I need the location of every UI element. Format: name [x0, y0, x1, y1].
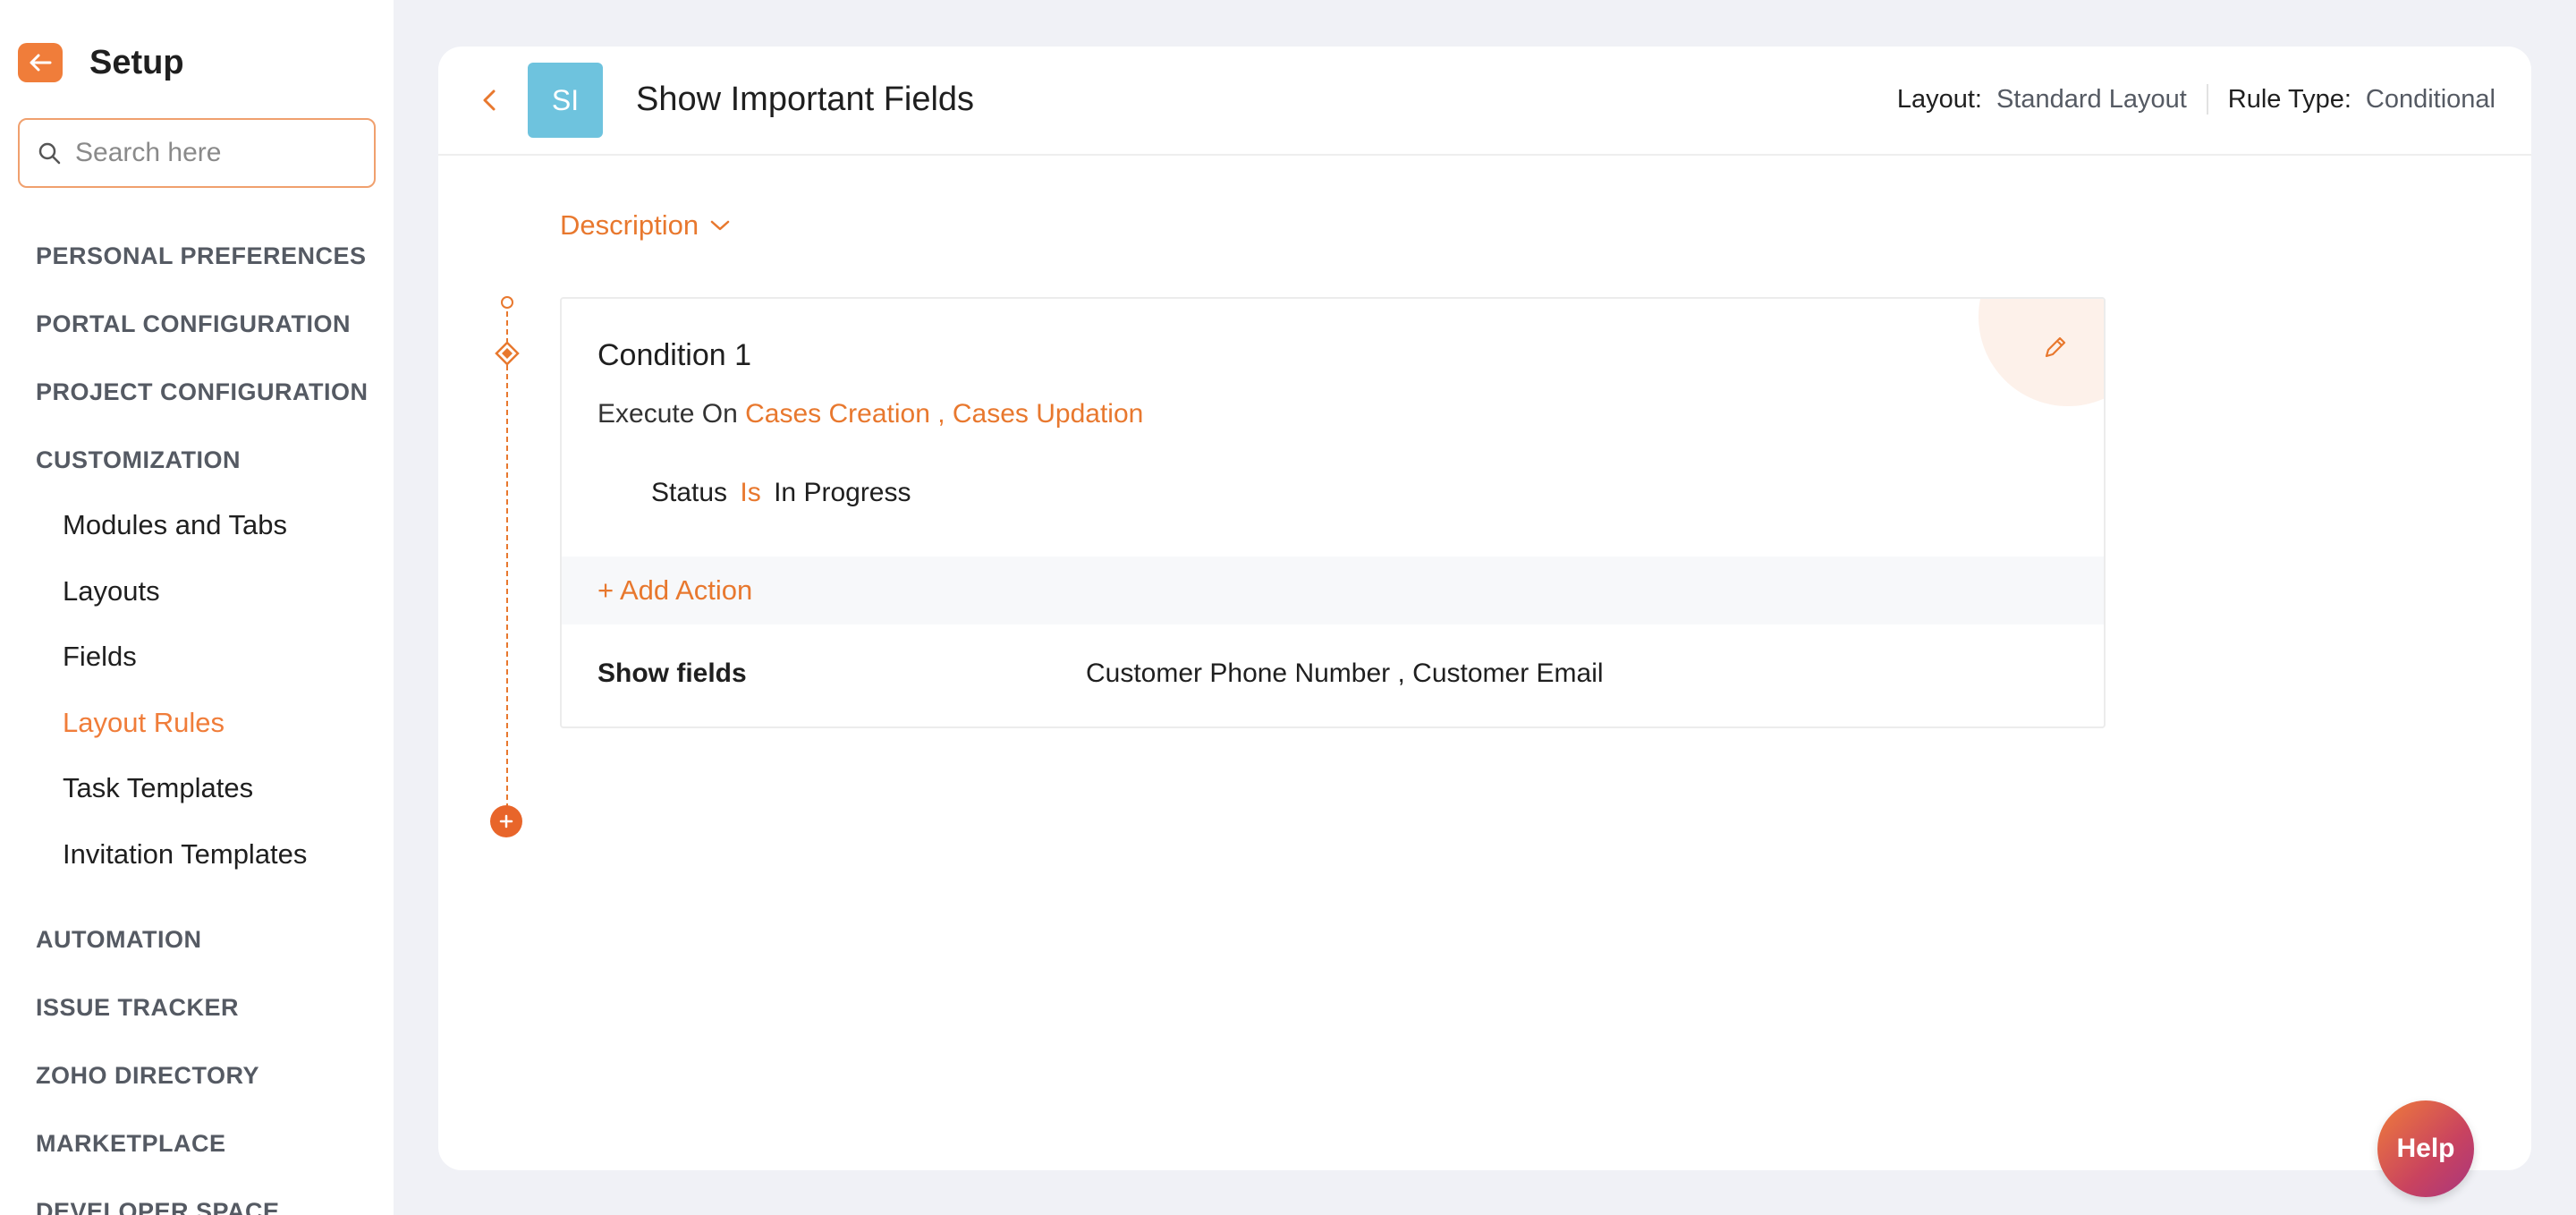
layout-value: Standard Layout — [1996, 84, 2187, 114]
search-input[interactable] — [75, 138, 361, 168]
rule-header: SI Show Important Fields Layout: Standar… — [438, 47, 2531, 156]
sidebar-item-fields[interactable]: Fields — [63, 641, 137, 673]
search-box[interactable] — [18, 118, 376, 188]
rule-type-label: Rule Type: — [2227, 84, 2351, 114]
app-root: Setup PERSONAL PREFERENCES PORTAL CONFIG… — [0, 0, 2576, 1215]
plus-icon — [499, 814, 513, 828]
sidebar-item-layouts[interactable]: Layouts — [63, 575, 160, 608]
sidebar-section-customization[interactable]: CUSTOMIZATION — [36, 446, 241, 474]
rule-type-value: Conditional — [2365, 84, 2496, 114]
condition-box: Condition 1 Execute On Cases Creation , … — [560, 297, 2106, 728]
help-button[interactable]: Help — [2377, 1100, 2474, 1197]
sidebar-item-modules-and-tabs[interactable]: Modules and Tabs — [63, 509, 287, 541]
sidebar-section-marketplace[interactable]: MARKETPLACE — [36, 1130, 226, 1158]
action-row: Show fields Customer Phone Number , Cust… — [562, 624, 2104, 726]
chevron-down-icon — [710, 220, 730, 231]
layout-label: Layout: — [1896, 84, 1982, 114]
criteria-field: Status — [651, 478, 728, 507]
sidebar-section-zoho-directory[interactable]: ZOHO DIRECTORY — [36, 1062, 259, 1090]
sidebar-title: Setup — [89, 43, 184, 81]
sidebar-item-layout-rules[interactable]: Layout Rules — [63, 707, 225, 739]
rule-avatar: SI — [528, 63, 603, 138]
timeline-connector — [506, 302, 508, 836]
meta-divider — [2206, 84, 2208, 115]
arrow-left-icon — [30, 54, 52, 72]
sidebar-section-personal-preferences[interactable]: PERSONAL PREFERENCES — [36, 242, 367, 270]
sidebar-item-task-templates[interactable]: Task Templates — [63, 772, 253, 804]
sidebar-section-project-configuration[interactable]: PROJECT CONFIGURATION — [36, 378, 369, 406]
add-action-button[interactable]: + Add Action — [597, 574, 752, 607]
rule-title: Show Important Fields — [636, 81, 975, 118]
back-button[interactable] — [18, 43, 63, 82]
execute-on-value: Cases Creation , Cases Updation — [745, 399, 1144, 429]
criteria-value: In Progress — [774, 478, 911, 507]
add-condition-button[interactable] — [490, 805, 522, 837]
action-label: Show fields — [597, 658, 747, 688]
execute-on-line: Execute On Cases Creation , Cases Updati… — [597, 399, 1143, 429]
search-icon — [38, 142, 61, 165]
layout-rule-card: SI Show Important Fields Layout: Standar… — [438, 47, 2531, 1170]
pencil-icon[interactable] — [2039, 333, 2070, 363]
add-action-bar: + Add Action — [562, 557, 2104, 624]
sidebar-item-invitation-templates[interactable]: Invitation Templates — [63, 838, 307, 871]
description-label: Description — [560, 209, 699, 241]
chevron-left-icon[interactable] — [476, 84, 503, 116]
rule-meta: Layout: Standard Layout Rule Type: Condi… — [1897, 84, 2496, 115]
condition-diamond-icon — [495, 341, 520, 366]
setup-sidebar: Setup PERSONAL PREFERENCES PORTAL CONFIG… — [0, 0, 394, 1215]
action-value: Customer Phone Number , Customer Email — [1086, 658, 1604, 688]
description-toggle[interactable]: Description — [560, 209, 731, 242]
sidebar-section-automation[interactable]: AUTOMATION — [36, 926, 201, 954]
sidebar-section-issue-tracker[interactable]: ISSUE TRACKER — [36, 994, 239, 1022]
execute-on-label: Execute On — [597, 399, 738, 429]
sidebar-section-developer-space[interactable]: DEVELOPER SPACE — [36, 1198, 280, 1215]
sidebar-section-portal-configuration[interactable]: PORTAL CONFIGURATION — [36, 310, 351, 338]
criteria-line: Status Is In Progress — [651, 478, 911, 508]
timeline-start-dot — [501, 296, 513, 309]
sidebar-header: Setup — [18, 43, 184, 82]
condition-title: Condition 1 — [597, 338, 752, 372]
criteria-operator: Is — [740, 478, 761, 507]
